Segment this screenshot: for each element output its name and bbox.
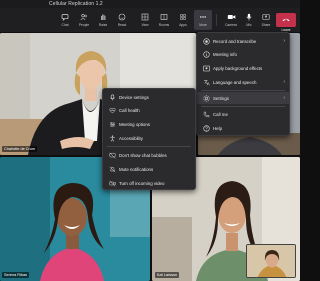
participant-name-tag: Kat Larsson — [155, 272, 180, 278]
call-health-icon — [108, 106, 116, 114]
leave-label: Leave — [281, 27, 291, 32]
menu-item-call-me[interactable]: Call me — [197, 108, 289, 120]
menu-item-record-and-transcribe[interactable]: Record and transcribe › — [197, 35, 289, 47]
rooms-label: Rooms — [158, 23, 170, 27]
toolbar-divider — [216, 14, 217, 26]
camera-button[interactable]: Camera — [222, 10, 240, 30]
people-button[interactable]: People — [75, 10, 93, 30]
device-settings-icon — [108, 93, 116, 101]
video-off-icon — [108, 179, 116, 187]
menu-item-turn-off-incoming-video[interactable]: Turn off incoming video — [103, 177, 195, 189]
phone-icon — [202, 110, 210, 118]
menu-item-language-and-speech[interactable]: Language and speech › — [197, 76, 289, 88]
chat-bubble-off-icon — [108, 151, 116, 159]
share-button[interactable]: Share — [257, 10, 275, 30]
record-icon — [202, 37, 210, 45]
mic-label: Mic — [246, 23, 252, 27]
menu-item-label: Don't show chat bubbles — [119, 152, 167, 158]
phone-hangup-icon — [282, 9, 290, 27]
title-bar: Cellular Replication 1.2 — [0, 0, 300, 8]
settings-submenu: Device settings Call health Meeting opti… — [102, 88, 196, 190]
mic-icon — [245, 12, 254, 21]
leave-button[interactable]: Leave — [276, 13, 296, 32]
participant-name-tag: Serena Ribas — [2, 272, 30, 278]
menu-item-mute-notifications[interactable]: Mute notifications — [103, 163, 195, 175]
help-icon — [202, 124, 210, 132]
language-icon — [202, 78, 210, 86]
rooms-icon — [160, 12, 169, 21]
apps-button[interactable]: Apps — [174, 10, 192, 30]
menu-divider — [201, 106, 285, 107]
menu-item-label: Meeting info — [213, 51, 237, 57]
apps-icon — [179, 12, 188, 21]
bell-off-icon — [108, 165, 116, 173]
react-label: React — [117, 23, 127, 27]
apps-label: Apps — [179, 23, 187, 27]
gear-icon — [202, 94, 210, 102]
view-icon — [141, 12, 150, 21]
raise-label: Raise — [98, 23, 108, 27]
mic-button[interactable]: Mic — [240, 10, 258, 30]
chevron-right-icon: › — [283, 38, 285, 44]
camera-label: Camera — [225, 23, 237, 27]
raise-hand-button[interactable]: Raise — [94, 10, 112, 30]
menu-item-dont-show-chat-bubbles[interactable]: Don't show chat bubbles — [103, 149, 195, 161]
accessibility-icon — [108, 134, 116, 142]
menu-item-call-health[interactable]: Call health — [103, 104, 195, 116]
more-actions-menu: Record and transcribe › Meeting info App… — [196, 32, 290, 136]
menu-item-settings[interactable]: Settings › — [197, 92, 289, 104]
menu-item-label: Turn off incoming video — [119, 180, 165, 186]
menu-item-help[interactable]: Help — [197, 122, 289, 134]
chevron-right-icon: › — [283, 95, 285, 101]
background-effects-icon — [202, 64, 210, 72]
menu-item-accessibility[interactable]: Accessibility — [103, 132, 195, 144]
chat-icon — [61, 12, 70, 21]
camera-icon — [227, 12, 236, 21]
meeting-toolbar: Chat People Raise React View Rooms Apps … — [0, 8, 300, 32]
view-label: View — [141, 23, 149, 27]
menu-item-label: Meeting options — [119, 121, 150, 127]
share-label: Share — [261, 23, 271, 27]
menu-item-meeting-info[interactable]: Meeting info — [197, 48, 289, 60]
menu-item-label: Help — [213, 125, 223, 131]
menu-item-apply-background-effects[interactable]: Apply background effects — [197, 62, 289, 74]
menu-item-label: Call me — [213, 111, 228, 117]
menu-divider — [107, 146, 191, 147]
menu-item-label: Call health — [119, 107, 140, 113]
people-label: People — [78, 23, 90, 27]
menu-item-label: Mute notifications — [119, 166, 154, 172]
chat-label: Chat — [61, 23, 69, 27]
menu-item-meeting-options[interactable]: Meeting options — [103, 118, 195, 130]
menu-item-label: Apply background effects — [213, 65, 263, 71]
chevron-right-icon: › — [283, 79, 285, 85]
rooms-button[interactable]: Rooms — [155, 10, 173, 30]
more-button[interactable]: More — [194, 10, 212, 30]
self-view-thumbnail[interactable] — [246, 244, 296, 278]
self-video — [247, 245, 295, 277]
menu-item-device-settings[interactable]: Device settings — [103, 91, 195, 103]
info-icon — [202, 50, 210, 58]
chat-button[interactable]: Chat — [56, 10, 74, 30]
menu-item-label: Language and speech — [213, 79, 257, 85]
participant-name-tag: Charlotte de Crum — [2, 146, 38, 152]
view-button[interactable]: View — [136, 10, 154, 30]
menu-divider — [201, 90, 285, 91]
share-icon — [262, 12, 271, 21]
menu-item-label: Accessibility — [119, 135, 143, 141]
more-label: More — [199, 23, 207, 27]
react-icon — [118, 12, 127, 21]
menu-item-label: Settings — [213, 95, 229, 101]
more-icon — [199, 12, 208, 21]
raise-hand-icon — [99, 12, 108, 21]
meeting-options-icon — [108, 120, 116, 128]
react-button[interactable]: React — [113, 10, 131, 30]
menu-item-label: Device settings — [119, 94, 149, 100]
window-title: Cellular Replication 1.2 — [49, 1, 103, 7]
people-icon — [80, 12, 89, 21]
menu-item-label: Record and transcribe — [213, 38, 257, 44]
